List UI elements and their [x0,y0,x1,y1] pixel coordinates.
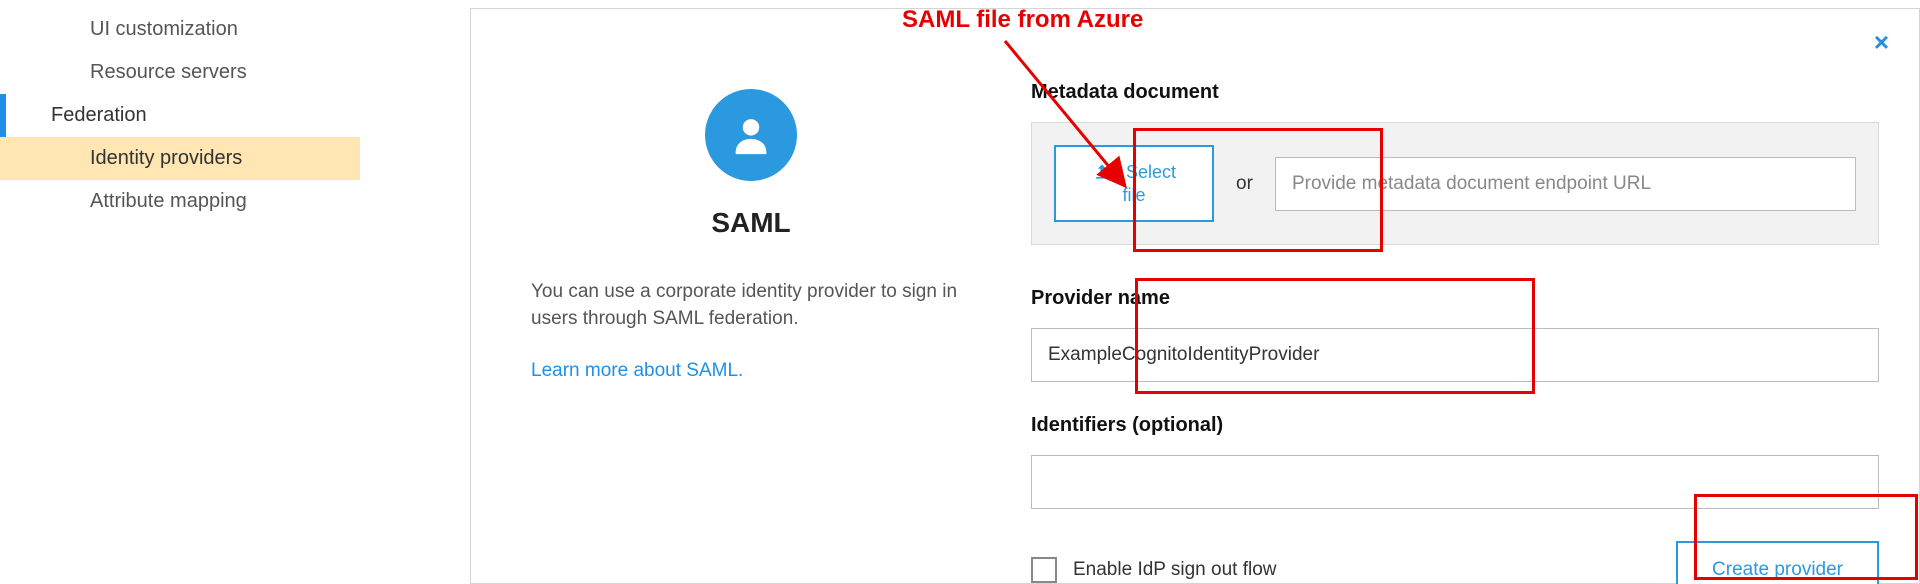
main-area: × SAML You can use a corporate identity … [360,0,1920,584]
metadata-box: Select file or [1031,122,1879,245]
saml-form-column: Metadata document Select file [1031,9,1919,583]
saml-description: You can use a corporate identity provide… [531,279,971,332]
upload-icon [1092,162,1112,182]
close-icon[interactable]: × [1874,29,1889,55]
sidebar: UI customization Resource servers Federa… [0,0,360,584]
provider-name-input[interactable] [1031,328,1879,382]
sidebar-item-identity-providers[interactable]: Identity providers [0,137,360,180]
metadata-url-input[interactable] [1275,157,1856,211]
metadata-section: Metadata document Select file [1031,81,1879,245]
user-icon [705,89,797,181]
saml-title: SAML [531,207,971,239]
saml-info-column: SAML You can use a corporate identity pr… [471,9,1031,583]
sidebar-item-resource-servers[interactable]: Resource servers [0,51,360,94]
identifiers-input[interactable] [1031,455,1879,509]
or-text: or [1236,173,1253,195]
annotation-callout-text: SAML file from Azure [902,6,1143,34]
identifiers-section: Identifiers (optional) [1031,414,1879,509]
enable-signout-checkbox[interactable] [1031,557,1057,583]
sidebar-item-attribute-mapping[interactable]: Attribute mapping [0,180,360,223]
bottom-row: Enable IdP sign out flow Create provider [1031,541,1879,584]
create-provider-button[interactable]: Create provider [1676,541,1879,584]
sidebar-item-federation[interactable]: Federation [0,94,360,137]
saml-config-panel: × SAML You can use a corporate identity … [470,8,1920,584]
enable-signout-label: Enable IdP sign out flow [1073,559,1277,581]
select-file-button[interactable]: Select file [1054,145,1214,222]
select-file-text-bottom: file [1123,184,1146,207]
metadata-label: Metadata document [1031,81,1879,104]
provider-name-label: Provider name [1031,287,1879,310]
identifiers-label: Identifiers (optional) [1031,414,1879,437]
provider-name-section: Provider name [1031,287,1879,382]
learn-more-link[interactable]: Learn more about SAML. [531,360,971,382]
select-file-text-top: Select [1126,161,1176,184]
sidebar-item-ui-customization[interactable]: UI customization [0,8,360,51]
